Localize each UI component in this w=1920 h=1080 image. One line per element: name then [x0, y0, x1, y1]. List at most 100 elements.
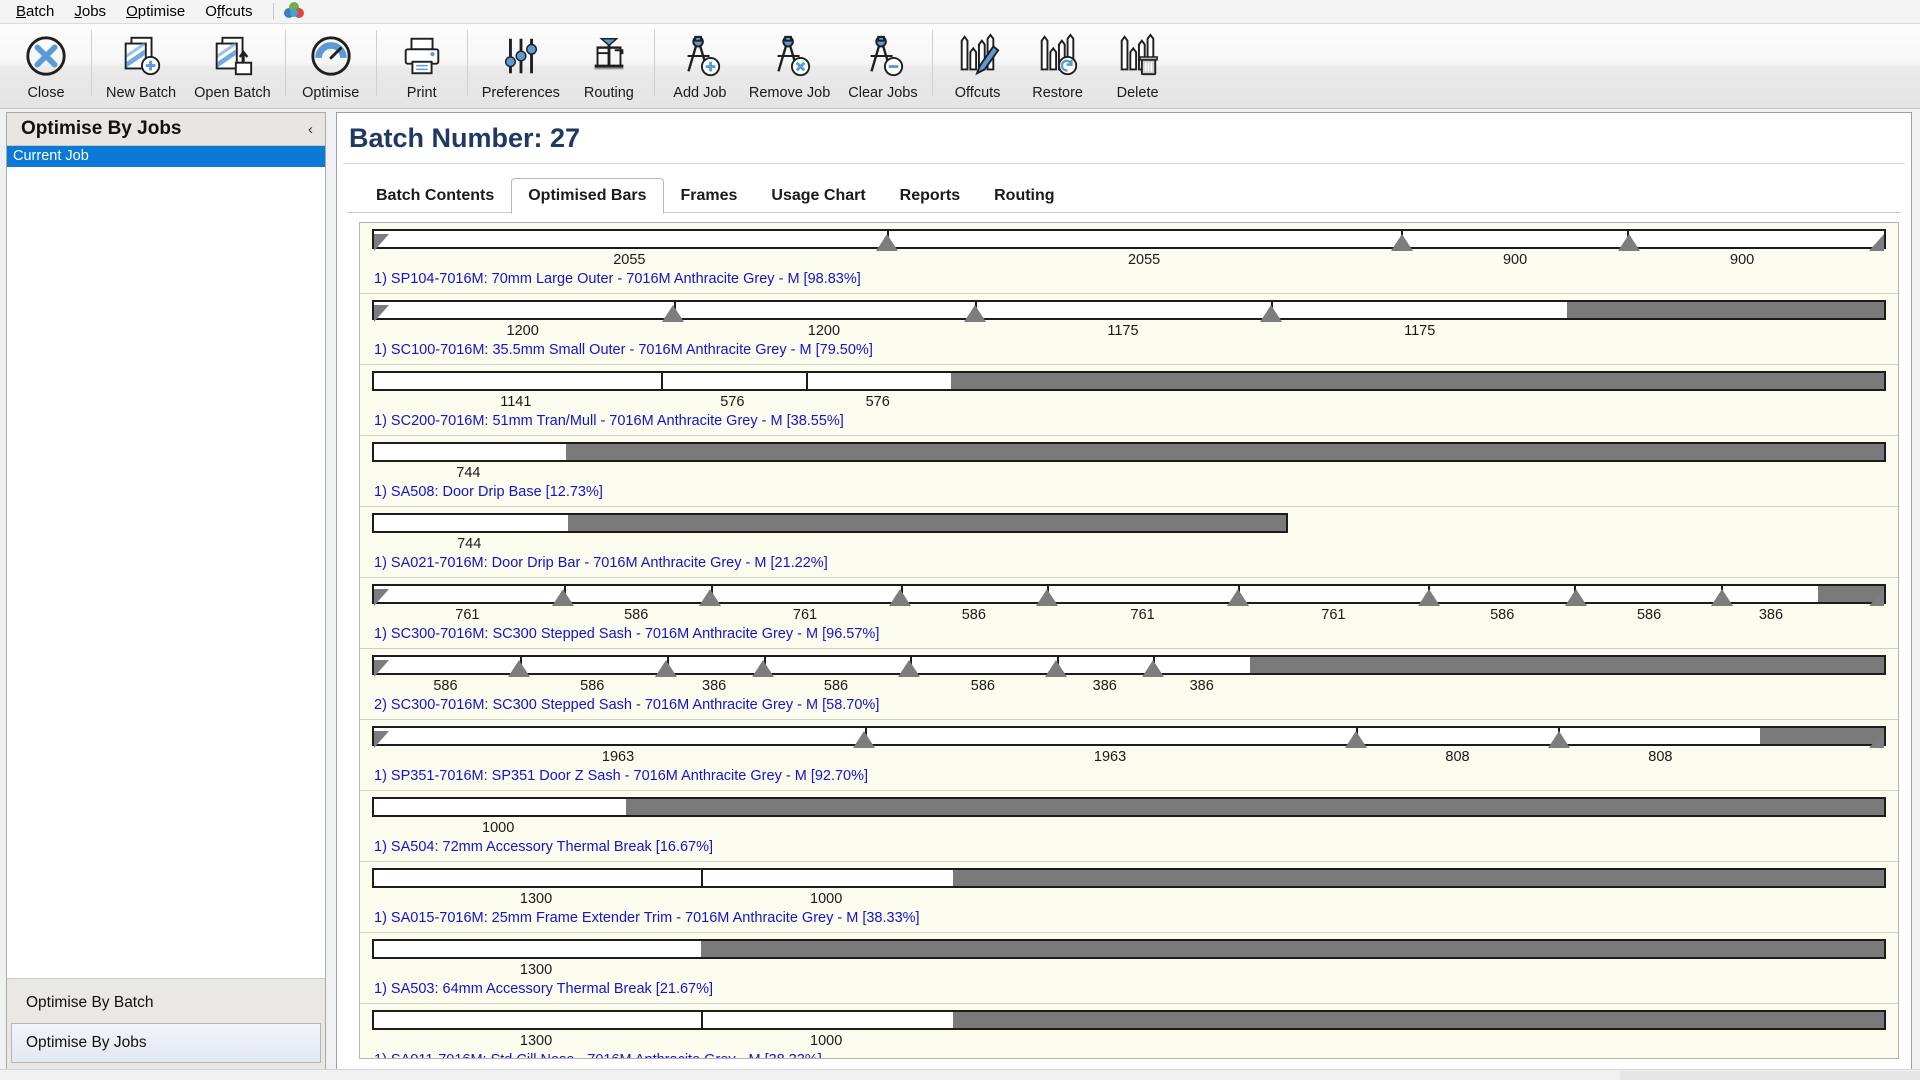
menu-item-jobs[interactable]: Jobs — [64, 1, 116, 22]
optimised-bars-panel[interactable]: 2055 2055 900 900 1) SP104-7016M: 70mm Large… — [359, 222, 1899, 1059]
toolbar-button-offcuts[interactable]: Offcuts — [938, 24, 1018, 106]
optimised-bar-row[interactable]: 744 1) SA508: Door Drip Base [12.73%] — [360, 442, 1898, 507]
angled-cut-marker — [507, 660, 530, 677]
toolbar-button-delete[interactable]: Delete — [1098, 24, 1178, 106]
bar-graphic[interactable] — [372, 229, 1886, 251]
bar-graphic[interactable] — [372, 371, 1886, 393]
tab-batch-contents[interactable]: Batch Contents — [359, 178, 511, 213]
bar-description[interactable]: 1) SP104-7016M: 70mm Large Outer - 7016M… — [374, 271, 1898, 287]
optimise-by-batch-button[interactable]: Optimise By Batch — [11, 983, 321, 1023]
tab-strip: Batch Contents Optimised Bars Frames Usage … — [359, 178, 1911, 214]
optimised-bar-row[interactable]: 1141 576 576 1) SC200-7016M: 51mm Tran/Mull… — [360, 371, 1898, 436]
bar-description[interactable]: 1) SA015-7016M: 25mm Frame Extender Trim… — [374, 910, 1898, 926]
bar-graphic[interactable] — [372, 797, 1886, 819]
bar-graphic[interactable] — [372, 584, 1886, 606]
horizontal-scrollbar[interactable] — [1620, 1071, 1920, 1080]
angled-cut-marker — [751, 660, 774, 677]
sidebar: Optimise By Jobs ‹ Current Job Optimise … — [6, 112, 326, 1070]
offcuts-delete-icon — [1115, 24, 1161, 84]
tab-reports[interactable]: Reports — [883, 178, 977, 213]
piece-length-label: 744 — [456, 465, 481, 481]
piece-label-row: 1300 1000 — [372, 890, 1886, 909]
bar-description[interactable]: 2) SC300-7016M: SC300 Stepped Sash - 701… — [374, 697, 1898, 713]
bar-description[interactable]: 1) SA508: Door Drip Base [12.73%] — [374, 484, 1898, 500]
sliders-preferences-icon — [498, 24, 544, 84]
stock-bar — [372, 584, 1886, 604]
toolbar-button-new-batch[interactable]: New Batch — [97, 24, 185, 106]
bar-description[interactable]: 1) SC200-7016M: 51mm Tran/Mull - 7016M A… — [374, 413, 1898, 429]
piece-length-label: 586 — [961, 607, 986, 623]
bar-description[interactable]: 1) SP351-7016M: SP351 Door Z Sash - 7016… — [374, 768, 1898, 784]
main-toolbar: Close New Batch Open Batch Optimise Print Pre… — [0, 24, 1920, 109]
toolbar-button-add-job[interactable]: Add Job — [660, 24, 740, 106]
bar-description[interactable]: 1) SA021-7016M: Door Drip Bar - 7016M An… — [374, 555, 1898, 571]
toolbar-button-routing[interactable]: Routing — [569, 24, 649, 106]
optimised-bar-row[interactable]: 1000 1) SA504: 72mm Accessory Thermal Bre… — [360, 797, 1898, 862]
stock-bar — [372, 939, 1886, 959]
optimise-gauge-icon — [308, 24, 354, 84]
optimised-bar-row[interactable]: 586 586 386 586 586 386 386 2) SC300-7016M: SC3… — [360, 655, 1898, 720]
optimised-bar-row[interactable]: 1963 1963 808 808 1) SP351-7016M: SP351 Door… — [360, 726, 1898, 791]
bar-description[interactable]: 1) SC100-7016M: 35.5mm Small Outer - 701… — [374, 342, 1898, 358]
chevron-left-icon[interactable]: ‹ — [308, 121, 313, 138]
piece-length-label: 1300 — [519, 1033, 553, 1049]
optimised-bar-row[interactable]: 2055 2055 900 900 1) SP104-7016M: 70mm Large… — [360, 229, 1898, 294]
optimised-bar-row[interactable]: 1300 1000 1) SA015-7016M: 25mm Frame Exten… — [360, 868, 1898, 933]
toolbar-button-remove-job[interactable]: Remove Job — [740, 24, 839, 106]
bar-graphic[interactable] — [372, 655, 1886, 677]
piece-label-row: 744 — [372, 464, 1886, 483]
toolbar-button-open-batch[interactable]: Open Batch — [185, 24, 280, 106]
bar-graphic[interactable] — [372, 513, 1886, 535]
menu-item-batch[interactable]: BBatchatch — [6, 1, 64, 22]
tab-usage-chart[interactable]: Usage Chart — [754, 178, 882, 213]
toolbar-button-clear-jobs[interactable]: Clear Jobs — [839, 24, 926, 106]
cut-line — [701, 1012, 704, 1028]
optimised-bar-row[interactable]: 761 586 761 586 761 761 586 586 386 1) SC300-7016… — [360, 584, 1898, 649]
toolbar-button-restore[interactable]: Restore — [1018, 24, 1098, 106]
toolbar-button-label: Optimise — [302, 85, 360, 101]
piece-length-label: 586 — [580, 678, 605, 694]
angled-cut-marker — [698, 589, 721, 606]
angled-cut-marker — [551, 589, 574, 606]
toolbar-button-close[interactable]: Close — [6, 24, 86, 106]
bar-graphic[interactable] — [372, 300, 1886, 322]
bar-description[interactable]: 1) SA011-7016M: Std Cill Nose - 7016M An… — [374, 1052, 1898, 1058]
bar-graphic[interactable] — [372, 868, 1886, 890]
bar-description[interactable]: 1) SA503: 64mm Accessory Thermal Break [… — [374, 981, 1898, 997]
piece-length-label: 386 — [1189, 678, 1214, 694]
optimised-bar-row[interactable]: 1200 1200 1175 1175 1) SC100-7016M: 35.5mm S… — [360, 300, 1898, 365]
optimised-bar-row[interactable]: 744 1) SA021-7016M: Door Drip Bar - 7016M… — [360, 513, 1898, 578]
bar-graphic[interactable] — [372, 442, 1886, 464]
piece-label-row: 1200 1200 1175 1175 — [372, 322, 1886, 341]
piece-length-label: 808 — [1648, 749, 1673, 765]
compass-minus-icon — [860, 24, 906, 84]
piece-length-label: 1141 — [500, 394, 532, 410]
sidebar-title: Optimise By Jobs — [21, 118, 182, 139]
optimise-by-jobs-button[interactable]: Optimise By Jobs — [11, 1023, 321, 1063]
angled-cut-marker — [662, 305, 685, 322]
piece-length-label: 576 — [865, 394, 890, 410]
toolbar-button-preferences[interactable]: Preferences — [473, 24, 569, 106]
waste-segment — [1566, 302, 1884, 318]
close-circle-x-icon — [23, 24, 69, 84]
stock-bar — [372, 442, 1886, 462]
sidebar-job-list[interactable]: Current Job — [7, 146, 325, 979]
tab-optimised-bars[interactable]: Optimised Bars — [511, 178, 664, 214]
optimised-bar-row[interactable]: 1300 1) SA503: 64mm Accessory Thermal Bre… — [360, 939, 1898, 1004]
title-divider — [343, 163, 1905, 164]
new-batch-document-plus-icon — [118, 24, 164, 84]
tab-frames[interactable]: Frames — [664, 178, 755, 213]
optimised-bar-row[interactable]: 1300 1000 1) SA011-7016M: Std Cill Nose - … — [360, 1010, 1898, 1058]
menu-item-offcuts[interactable]: Offcuts — [195, 1, 262, 22]
bar-description[interactable]: 1) SA504: 72mm Accessory Thermal Break [… — [374, 839, 1898, 855]
menu-item-optimise[interactable]: Optimise — [116, 1, 195, 22]
bar-graphic[interactable] — [372, 939, 1886, 961]
bar-graphic[interactable] — [372, 726, 1886, 748]
toolbar-button-optimise[interactable]: Optimise — [291, 24, 371, 106]
bar-graphic[interactable] — [372, 1010, 1886, 1032]
piece-length-label: 586 — [433, 678, 458, 694]
bar-description[interactable]: 1) SC300-7016M: SC300 Stepped Sash - 701… — [374, 626, 1898, 642]
sidebar-item-current-job[interactable]: Current Job — [7, 146, 325, 167]
tab-routing[interactable]: Routing — [977, 178, 1071, 213]
toolbar-button-print[interactable]: Print — [382, 24, 462, 106]
